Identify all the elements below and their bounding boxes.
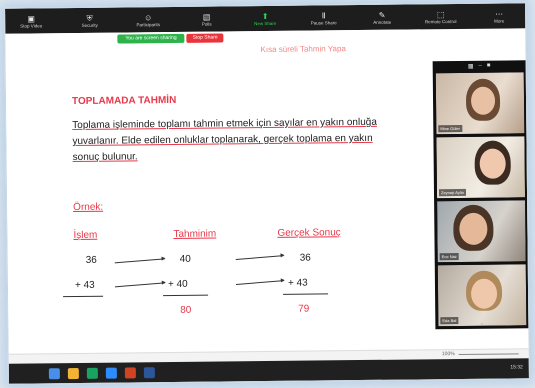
share-banner: You are screen sharing Stop Share — [117, 33, 224, 44]
slide-faded-header: Kısa süreli Tahmin Yapa — [260, 44, 346, 55]
share-status-label: You are screen sharing — [117, 33, 185, 44]
example-label: Örnek: — [73, 201, 104, 214]
shared-slide — [5, 29, 424, 354]
powerpoint-icon[interactable] — [124, 366, 136, 378]
zoom-slider[interactable] — [458, 352, 519, 355]
screen-frame: ▣ Stop Video ⛨ Security ☺ Participants ▤ Polls ⬆… — [4, 2, 530, 385]
gercek-result: 79 — [298, 303, 310, 315]
remote-control-label: Remote Control — [424, 18, 457, 24]
zoom-level: 100% — [441, 351, 455, 358]
participant-name: Ece Naz — [439, 252, 459, 261]
taskbar: 15:32 — [8, 358, 529, 384]
chrome-icon[interactable] — [86, 367, 98, 379]
participant-name: Zeynep Aylin — [438, 188, 466, 197]
tahmin-first: 40 — [179, 253, 191, 265]
tray-clock: 15:32 — [510, 364, 523, 371]
participants-label: Participants — [136, 21, 160, 27]
slide-title: TOPLAMADA TAHMİN — [71, 94, 177, 108]
participant-name: Mine Güler — [438, 124, 462, 133]
islem-first: 36 — [85, 254, 97, 266]
participant-tile[interactable]: Zeynep Aylin — [436, 136, 526, 199]
share-screen-icon: ⬆ — [261, 11, 269, 21]
header-tahminim: Tahminim — [173, 228, 217, 240]
security-label: Security — [81, 22, 98, 28]
participant-tile[interactable]: Eda Bal — [437, 264, 527, 327]
stop-video-button[interactable]: ▣ Stop Video — [11, 8, 51, 33]
chevron-down-icon[interactable]: ⌄ — [435, 319, 528, 327]
people-icon: ☺ — [144, 12, 153, 22]
gercek-second: + 43 — [287, 277, 308, 289]
header-islem: İşlem — [73, 229, 98, 242]
mouse-icon: ⬚ — [436, 9, 445, 19]
participant-tile[interactable]: Mine Güler — [435, 72, 525, 135]
zoom-control[interactable]: 100% — [442, 350, 519, 357]
islem-second: + 43 — [74, 279, 95, 292]
meeting-toolbar: ▣ Stop Video ⛨ Security ☺ Participants ▤ Polls ⬆… — [5, 3, 526, 34]
new-share-label: New Share — [254, 20, 277, 26]
tahmin-result: 80 — [180, 304, 192, 316]
stop-video-label: Stop Video — [20, 22, 43, 29]
close-icon[interactable]: ■ — [487, 63, 491, 69]
poll-icon: ▤ — [202, 12, 211, 22]
pause-share-label: Pause Share — [310, 19, 337, 26]
participant-tile[interactable]: Ece Naz — [437, 200, 526, 263]
annotate-button[interactable]: ✎ Annotate — [362, 5, 402, 30]
minimize-icon[interactable]: – — [478, 63, 481, 69]
participant-panel: ▦ – ■ Mine Güler Zeynep Aylin Ece Naz Ed… — [432, 60, 529, 330]
gercek-first: 36 — [299, 252, 311, 264]
stop-share-button[interactable]: Stop Share — [186, 33, 224, 43]
security-button[interactable]: ⛨ Security — [70, 8, 110, 33]
remote-control-button[interactable]: ⬚ Remote Control — [421, 4, 461, 29]
zoom-app-icon[interactable] — [105, 367, 117, 379]
panel-header: ▦ – ■ — [433, 60, 526, 71]
tahmin-second: + 40 — [167, 278, 188, 291]
pencil-icon: ✎ — [378, 10, 386, 20]
slide-paragraph: Toplama işleminde toplamı tahmin etmek i… — [72, 116, 377, 164]
shield-icon: ⛨ — [86, 13, 93, 23]
annotate-label: Annotate — [373, 19, 392, 25]
more-icon: ⋯ — [495, 9, 504, 19]
polls-label: Polls — [201, 21, 212, 27]
pause-share-button[interactable]: Ⅱ Pause Share — [304, 5, 344, 30]
header-gercek-sonuc: Gerçek Sonuç — [277, 227, 341, 239]
grid-icon[interactable]: ▦ — [468, 62, 474, 69]
pause-icon: Ⅱ — [321, 10, 326, 20]
more-label: More — [494, 18, 505, 24]
polls-button[interactable]: ▤ Polls — [187, 6, 227, 31]
video-camera-icon: ▣ — [27, 13, 35, 23]
start-icon[interactable] — [48, 367, 60, 379]
new-share-button[interactable]: ⬆ New Share — [245, 6, 285, 31]
word-icon[interactable] — [143, 366, 155, 378]
participants-button[interactable]: ☺ Participants — [128, 7, 168, 32]
folder-icon[interactable] — [67, 367, 79, 379]
more-button[interactable]: ⋯ More — [479, 3, 519, 28]
